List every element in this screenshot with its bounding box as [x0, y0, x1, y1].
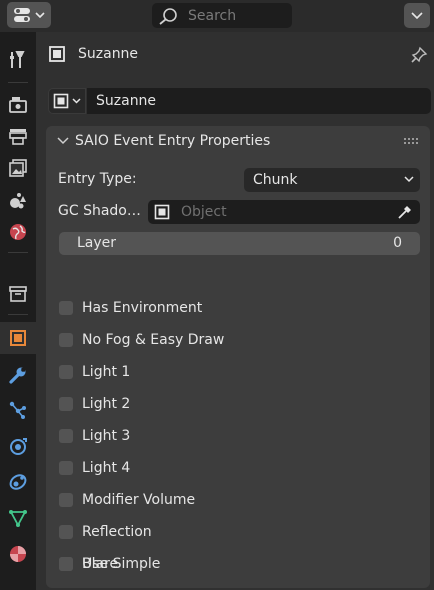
- panel-header[interactable]: SAIO Event Entry Properties: [46, 126, 430, 156]
- scene-icon: [10, 193, 26, 209]
- object-datablock-selector: Suzanne: [48, 88, 431, 114]
- light-3-checkbox[interactable]: Light 3: [59, 424, 130, 448]
- checkbox-label: Light 1: [82, 364, 131, 380]
- mesh-data-icon: [9, 510, 27, 527]
- modifier-volume-checkbox[interactable]: Modifier Volume: [59, 488, 195, 512]
- world-tab[interactable]: [0, 216, 36, 248]
- modifier-tab[interactable]: [0, 359, 36, 391]
- no-fog-easy-draw-checkbox[interactable]: No Fog & Easy Draw: [59, 328, 224, 352]
- search-input[interactable]: Search: [152, 3, 292, 28]
- tool-tab[interactable]: [0, 44, 36, 76]
- checkbox-label: Reflection: [82, 524, 152, 540]
- light-2-checkbox[interactable]: Light 2: [59, 392, 130, 416]
- checkbox-box[interactable]: [59, 557, 73, 571]
- checkbox-label: Light 3: [82, 428, 131, 444]
- object-icon: [49, 46, 65, 62]
- object-name-field[interactable]: Suzanne: [87, 88, 431, 114]
- context-header: Suzanne: [48, 42, 138, 66]
- light-4-checkbox[interactable]: Light 4: [59, 456, 130, 480]
- has-environment-checkbox[interactable]: Has Environment: [59, 296, 202, 320]
- entry-type-dropdown[interactable]: Chunk: [244, 168, 420, 192]
- output-printer-icon: [9, 129, 27, 145]
- particles-tab[interactable]: [0, 394, 36, 426]
- browse-object-button[interactable]: [48, 88, 86, 114]
- checkbox-box[interactable]: [59, 333, 73, 347]
- drag-handle-icon[interactable]: [404, 138, 420, 144]
- output-tab[interactable]: [0, 120, 36, 152]
- properties-content: Suzanne Suzanne SAIO Event Entry Propert…: [36, 32, 434, 590]
- search-icon: [159, 7, 177, 25]
- checkbox-box[interactable]: [59, 461, 73, 475]
- saio-event-entry-panel: SAIO Event Entry Properties Entry Type: …: [46, 126, 430, 588]
- properties-editor-icon: [14, 8, 30, 22]
- wrench-icon: [9, 367, 26, 384]
- properties-tab-bar: [0, 32, 36, 590]
- gc-shadow-label: GC Shado…: [58, 203, 141, 219]
- eyedropper-icon[interactable]: [396, 203, 414, 221]
- object-icon: [53, 93, 69, 109]
- chevron-down-icon: [72, 98, 81, 104]
- gc-shadow-object-field[interactable]: Object: [148, 200, 420, 224]
- checkbox-box[interactable]: [59, 525, 73, 539]
- checkbox-box[interactable]: [59, 429, 73, 443]
- checkbox-box[interactable]: [59, 301, 73, 315]
- render-tab[interactable]: [0, 88, 36, 120]
- checkbox-box[interactable]: [59, 365, 73, 379]
- checkbox-label: Light 4: [82, 460, 131, 476]
- scene-tab[interactable]: [0, 184, 36, 216]
- properties-header: Search: [0, 0, 434, 32]
- object-tab[interactable]: [0, 322, 36, 354]
- particles-icon: [9, 401, 26, 419]
- options-dropdown-button[interactable]: [404, 3, 430, 28]
- tab-separator: [8, 82, 28, 83]
- checkbox-label: Modifier Volume: [82, 492, 196, 508]
- physics-icon: [10, 438, 27, 455]
- chevron-down-icon: [57, 137, 69, 145]
- material-tab[interactable]: [0, 538, 36, 570]
- gc-shadow-placeholder: Object: [181, 204, 227, 220]
- entry-type-label: Entry Type:: [58, 171, 137, 187]
- light-1-checkbox[interactable]: Light 1: [59, 360, 130, 384]
- view-layer-icon: [9, 159, 27, 177]
- layer-slider[interactable]: Layer 0: [59, 232, 420, 255]
- collection-tab[interactable]: [0, 278, 36, 310]
- world-icon: [10, 224, 26, 240]
- pin-icon[interactable]: [410, 46, 428, 64]
- entry-type-value: Chunk: [253, 172, 298, 188]
- tab-separator: [8, 314, 28, 315]
- editor-type-selector[interactable]: [7, 2, 51, 28]
- checkbox-label: Light 2: [82, 396, 131, 412]
- tool-icon: [10, 51, 25, 68]
- view-layer-tab[interactable]: [0, 152, 36, 184]
- constraints-tab[interactable]: [0, 466, 36, 498]
- layer-value: 0: [393, 235, 402, 251]
- tab-separator: [8, 252, 28, 253]
- checkbox-box[interactable]: [59, 493, 73, 507]
- panel-title: SAIO Event Entry Properties: [75, 133, 271, 149]
- use-simple-checkbox[interactable]: Use Simple: [59, 552, 160, 576]
- context-title: Suzanne: [78, 46, 139, 62]
- render-camera-icon: [9, 97, 27, 113]
- layer-label: Layer: [77, 235, 117, 251]
- checkbox-box[interactable]: [59, 397, 73, 411]
- chevron-down-icon: [411, 12, 423, 19]
- object-icon: [154, 204, 170, 220]
- reflection-checkbox[interactable]: Reflection: [59, 520, 152, 544]
- search-placeholder: Search: [188, 7, 237, 24]
- checkbox-label: Use Simple: [82, 556, 161, 572]
- constraint-icon: [9, 474, 27, 490]
- chevron-down-icon: [404, 176, 414, 183]
- material-icon: [10, 546, 26, 562]
- object-icon: [10, 330, 26, 346]
- checkbox-label: No Fog & Easy Draw: [82, 332, 225, 348]
- checkbox-label: Has Environment: [82, 300, 203, 316]
- collection-box-icon: [9, 286, 27, 302]
- physics-tab[interactable]: [0, 430, 36, 462]
- data-tab[interactable]: [0, 502, 36, 534]
- chevron-down-icon: [35, 12, 45, 18]
